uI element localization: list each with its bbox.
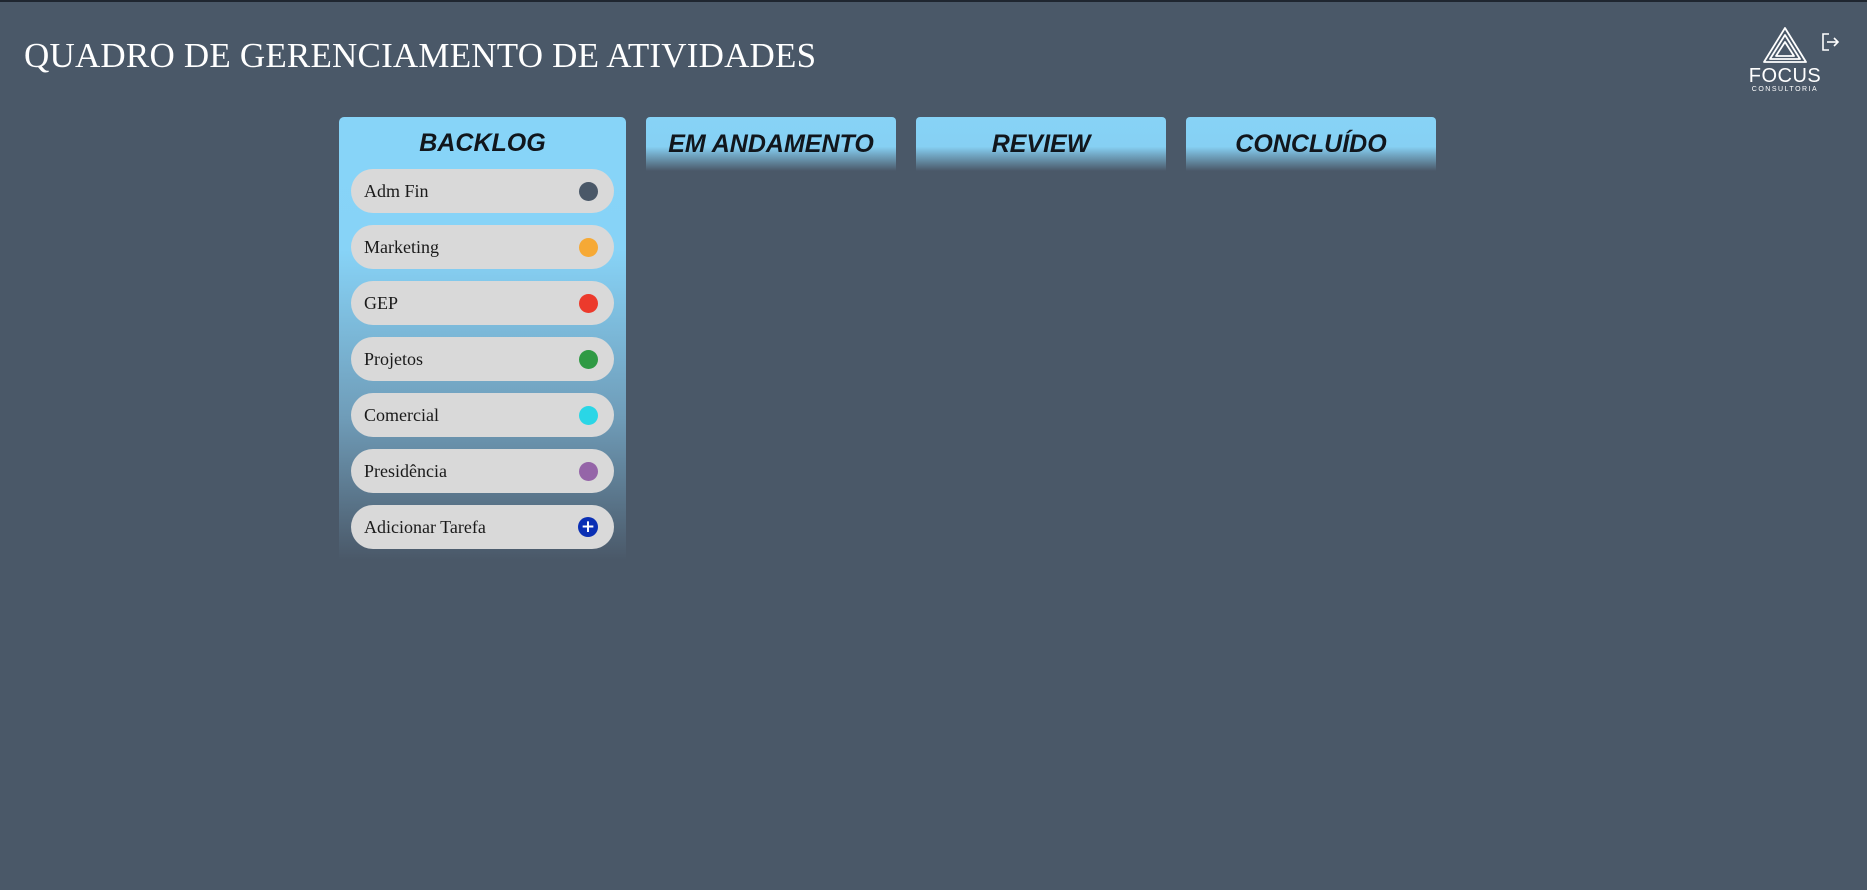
- task-label: Projetos: [364, 348, 424, 369]
- task-item-projetos[interactable]: Projetos: [351, 337, 614, 381]
- focus-logo-icon: [1763, 27, 1807, 63]
- task-item-presidencia[interactable]: Presidência: [351, 449, 614, 493]
- task-item-marketing[interactable]: Marketing: [351, 225, 614, 269]
- column-header-concluido: CONCLUÍDO: [1186, 117, 1436, 171]
- logout-icon[interactable]: [1820, 32, 1842, 52]
- task-label: Adm Fin: [364, 180, 429, 201]
- task-item-comercial[interactable]: Comercial: [351, 393, 614, 437]
- task-color-dot: [579, 461, 598, 481]
- task-label: Comercial: [364, 404, 439, 425]
- logo-tagline: CONSULTORIA: [1751, 86, 1819, 93]
- column-concluido: CONCLUÍDO: [1186, 117, 1436, 171]
- task-label: Presidência: [364, 460, 447, 481]
- column-header-em-andamento: EM ANDAMENTO: [646, 117, 896, 171]
- task-label: GEP: [364, 292, 399, 313]
- add-task-label: Adicionar Tarefa: [364, 516, 486, 537]
- column-header-review: REVIEW: [916, 117, 1166, 171]
- backlog-task-list: Adm Fin Marketing GEP Projetos Comercial…: [339, 169, 626, 549]
- logo-name: FOCUS: [1748, 65, 1822, 87]
- task-color-dot: [579, 237, 598, 257]
- task-color-dot: [579, 181, 598, 201]
- column-review: REVIEW: [916, 117, 1166, 171]
- task-label: Marketing: [364, 236, 439, 257]
- focus-logo: FOCUS CONSULTORIA: [1740, 26, 1830, 94]
- task-item-gep[interactable]: GEP: [351, 281, 614, 325]
- column-backlog: BACKLOG Adm Fin Marketing GEP Projetos C…: [339, 117, 626, 560]
- task-color-dot: [579, 349, 598, 369]
- page-title: QUADRO DE GERENCIAMENTO DE ATIVIDADES: [24, 36, 817, 75]
- task-color-dot: [579, 405, 598, 425]
- add-task-button[interactable]: Adicionar Tarefa +: [351, 505, 614, 549]
- column-header-backlog: BACKLOG: [419, 128, 546, 157]
- column-em-andamento: EM ANDAMENTO: [646, 117, 896, 171]
- task-item-adm-fin[interactable]: Adm Fin: [351, 169, 614, 213]
- plus-circle-icon: +: [578, 517, 598, 537]
- task-color-dot: [579, 293, 598, 313]
